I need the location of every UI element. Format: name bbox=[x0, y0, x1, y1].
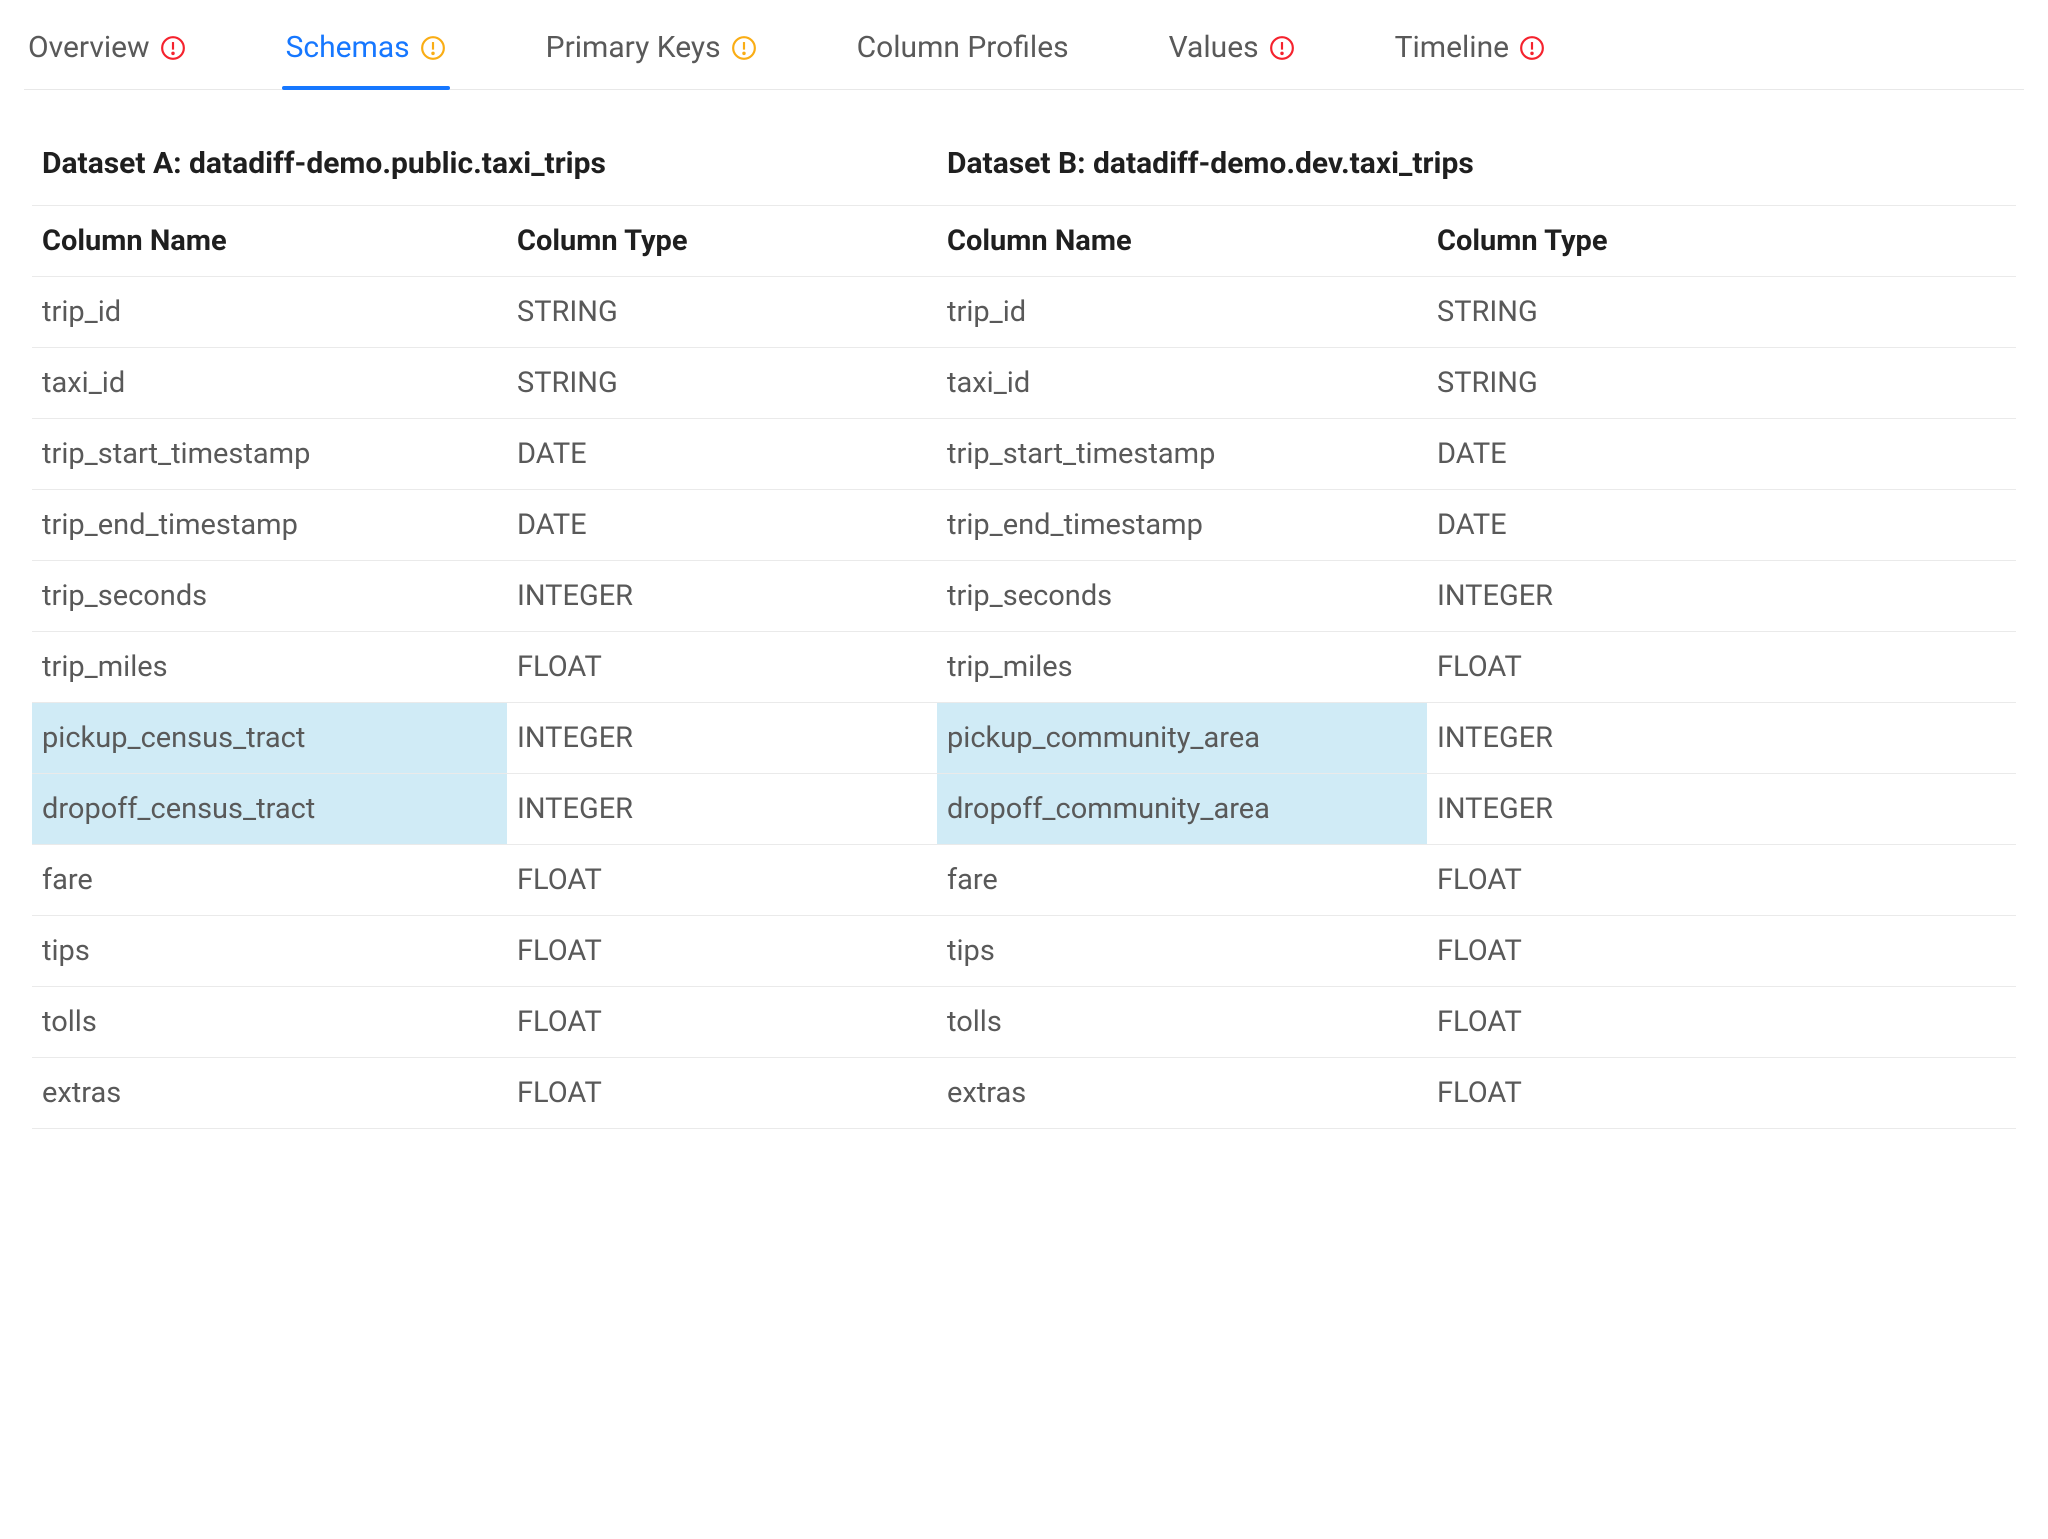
col-header-b-type: Column Type bbox=[1427, 206, 2016, 276]
cell-a-name: pickup_census_tract bbox=[32, 703, 507, 773]
cell-a-name: trip_seconds bbox=[32, 561, 507, 631]
cell-b-name: trip_seconds bbox=[937, 561, 1427, 631]
cell-b-type: INTEGER bbox=[1427, 774, 2016, 844]
cell-b-type: STRING bbox=[1427, 348, 2016, 418]
tab-values[interactable]: Values bbox=[1165, 20, 1299, 89]
cell-b-name: trip_end_timestamp bbox=[937, 490, 1427, 560]
cell-b-type: STRING bbox=[1427, 277, 2016, 347]
cell-b-name: taxi_id bbox=[937, 348, 1427, 418]
cell-b-type: FLOAT bbox=[1427, 1058, 2016, 1128]
cell-b-name: pickup_community_area bbox=[937, 703, 1427, 773]
col-header-b-name: Column Name bbox=[937, 206, 1427, 276]
dataset-headers: Dataset A: datadiff-demo.public.taxi_tri… bbox=[32, 126, 2016, 205]
cell-b-name: trip_id bbox=[937, 277, 1427, 347]
tab-label: Overview bbox=[28, 30, 150, 65]
table-row: taxi_idSTRINGtaxi_idSTRING bbox=[32, 347, 2016, 418]
table-row: trip_milesFLOATtrip_milesFLOAT bbox=[32, 631, 2016, 702]
tab-primary-keys[interactable]: Primary Keys bbox=[542, 20, 761, 89]
table-row: pickup_census_tractINTEGERpickup_communi… bbox=[32, 702, 2016, 773]
table-row: trip_secondsINTEGERtrip_secondsINTEGER bbox=[32, 560, 2016, 631]
tab-label: Timeline bbox=[1395, 30, 1509, 65]
cell-b-type: DATE bbox=[1427, 419, 2016, 489]
cell-a-name: taxi_id bbox=[32, 348, 507, 418]
cell-a-type: FLOAT bbox=[507, 987, 937, 1057]
cell-b-name: trip_miles bbox=[937, 632, 1427, 702]
cell-a-name: trip_start_timestamp bbox=[32, 419, 507, 489]
tabs-nav: Overview Schemas Primary Keys Column Profil… bbox=[24, 20, 2024, 90]
table-header-row: Column Name Column Type Column Name Colu… bbox=[32, 205, 2016, 276]
cell-a-name: trip_miles bbox=[32, 632, 507, 702]
cell-b-type: FLOAT bbox=[1427, 632, 2016, 702]
cell-b-name: tolls bbox=[937, 987, 1427, 1057]
tab-label: Primary Keys bbox=[546, 30, 721, 65]
cell-a-name: trip_id bbox=[32, 277, 507, 347]
table-row: tipsFLOATtipsFLOAT bbox=[32, 915, 2016, 986]
col-header-a-name: Column Name bbox=[32, 206, 507, 276]
table-row: fareFLOATfareFLOAT bbox=[32, 844, 2016, 915]
cell-b-name: fare bbox=[937, 845, 1427, 915]
warning-icon bbox=[731, 35, 757, 61]
tab-label: Column Profiles bbox=[857, 30, 1069, 65]
tab-label: Values bbox=[1169, 30, 1259, 65]
cell-b-type: FLOAT bbox=[1427, 845, 2016, 915]
tab-timeline[interactable]: Timeline bbox=[1391, 20, 1549, 89]
cell-b-type: FLOAT bbox=[1427, 987, 2016, 1057]
cell-a-type: FLOAT bbox=[507, 845, 937, 915]
dataset-a-title: Dataset A: datadiff-demo.public.taxi_tri… bbox=[32, 126, 937, 205]
cell-a-type: DATE bbox=[507, 419, 937, 489]
table-row: tollsFLOATtollsFLOAT bbox=[32, 986, 2016, 1057]
cell-b-type: INTEGER bbox=[1427, 561, 2016, 631]
cell-a-type: STRING bbox=[507, 277, 937, 347]
cell-a-name: fare bbox=[32, 845, 507, 915]
cell-a-type: FLOAT bbox=[507, 916, 937, 986]
cell-a-type: INTEGER bbox=[507, 561, 937, 631]
error-icon bbox=[1269, 35, 1295, 61]
cell-a-type: STRING bbox=[507, 348, 937, 418]
cell-b-type: FLOAT bbox=[1427, 916, 2016, 986]
warning-icon bbox=[420, 35, 446, 61]
col-header-a-type: Column Type bbox=[507, 206, 937, 276]
cell-b-name: extras bbox=[937, 1058, 1427, 1128]
table-row: dropoff_census_tractINTEGERdropoff_commu… bbox=[32, 773, 2016, 844]
tab-label: Schemas bbox=[286, 30, 410, 65]
cell-a-name: extras bbox=[32, 1058, 507, 1128]
schema-table: Column Name Column Type Column Name Colu… bbox=[32, 205, 2016, 1129]
cell-b-name: tips bbox=[937, 916, 1427, 986]
cell-a-type: FLOAT bbox=[507, 1058, 937, 1128]
table-row: trip_end_timestampDATEtrip_end_timestamp… bbox=[32, 489, 2016, 560]
schemas-content: Dataset A: datadiff-demo.public.taxi_tri… bbox=[24, 126, 2024, 1129]
table-row: trip_idSTRINGtrip_idSTRING bbox=[32, 276, 2016, 347]
error-icon bbox=[160, 35, 186, 61]
cell-a-type: DATE bbox=[507, 490, 937, 560]
cell-a-name: trip_end_timestamp bbox=[32, 490, 507, 560]
tab-overview[interactable]: Overview bbox=[24, 20, 190, 89]
dataset-b-title: Dataset B: datadiff-demo.dev.taxi_trips bbox=[937, 126, 2016, 205]
cell-b-name: dropoff_community_area bbox=[937, 774, 1427, 844]
cell-a-type: INTEGER bbox=[507, 774, 937, 844]
cell-b-name: trip_start_timestamp bbox=[937, 419, 1427, 489]
cell-a-name: tolls bbox=[32, 987, 507, 1057]
cell-b-type: INTEGER bbox=[1427, 703, 2016, 773]
tab-column-profiles[interactable]: Column Profiles bbox=[853, 20, 1073, 89]
error-icon bbox=[1519, 35, 1545, 61]
table-row: trip_start_timestampDATEtrip_start_times… bbox=[32, 418, 2016, 489]
cell-a-type: INTEGER bbox=[507, 703, 937, 773]
cell-a-name: dropoff_census_tract bbox=[32, 774, 507, 844]
cell-b-type: DATE bbox=[1427, 490, 2016, 560]
cell-a-type: FLOAT bbox=[507, 632, 937, 702]
table-row: extrasFLOATextrasFLOAT bbox=[32, 1057, 2016, 1129]
cell-a-name: tips bbox=[32, 916, 507, 986]
tab-schemas[interactable]: Schemas bbox=[282, 20, 450, 89]
